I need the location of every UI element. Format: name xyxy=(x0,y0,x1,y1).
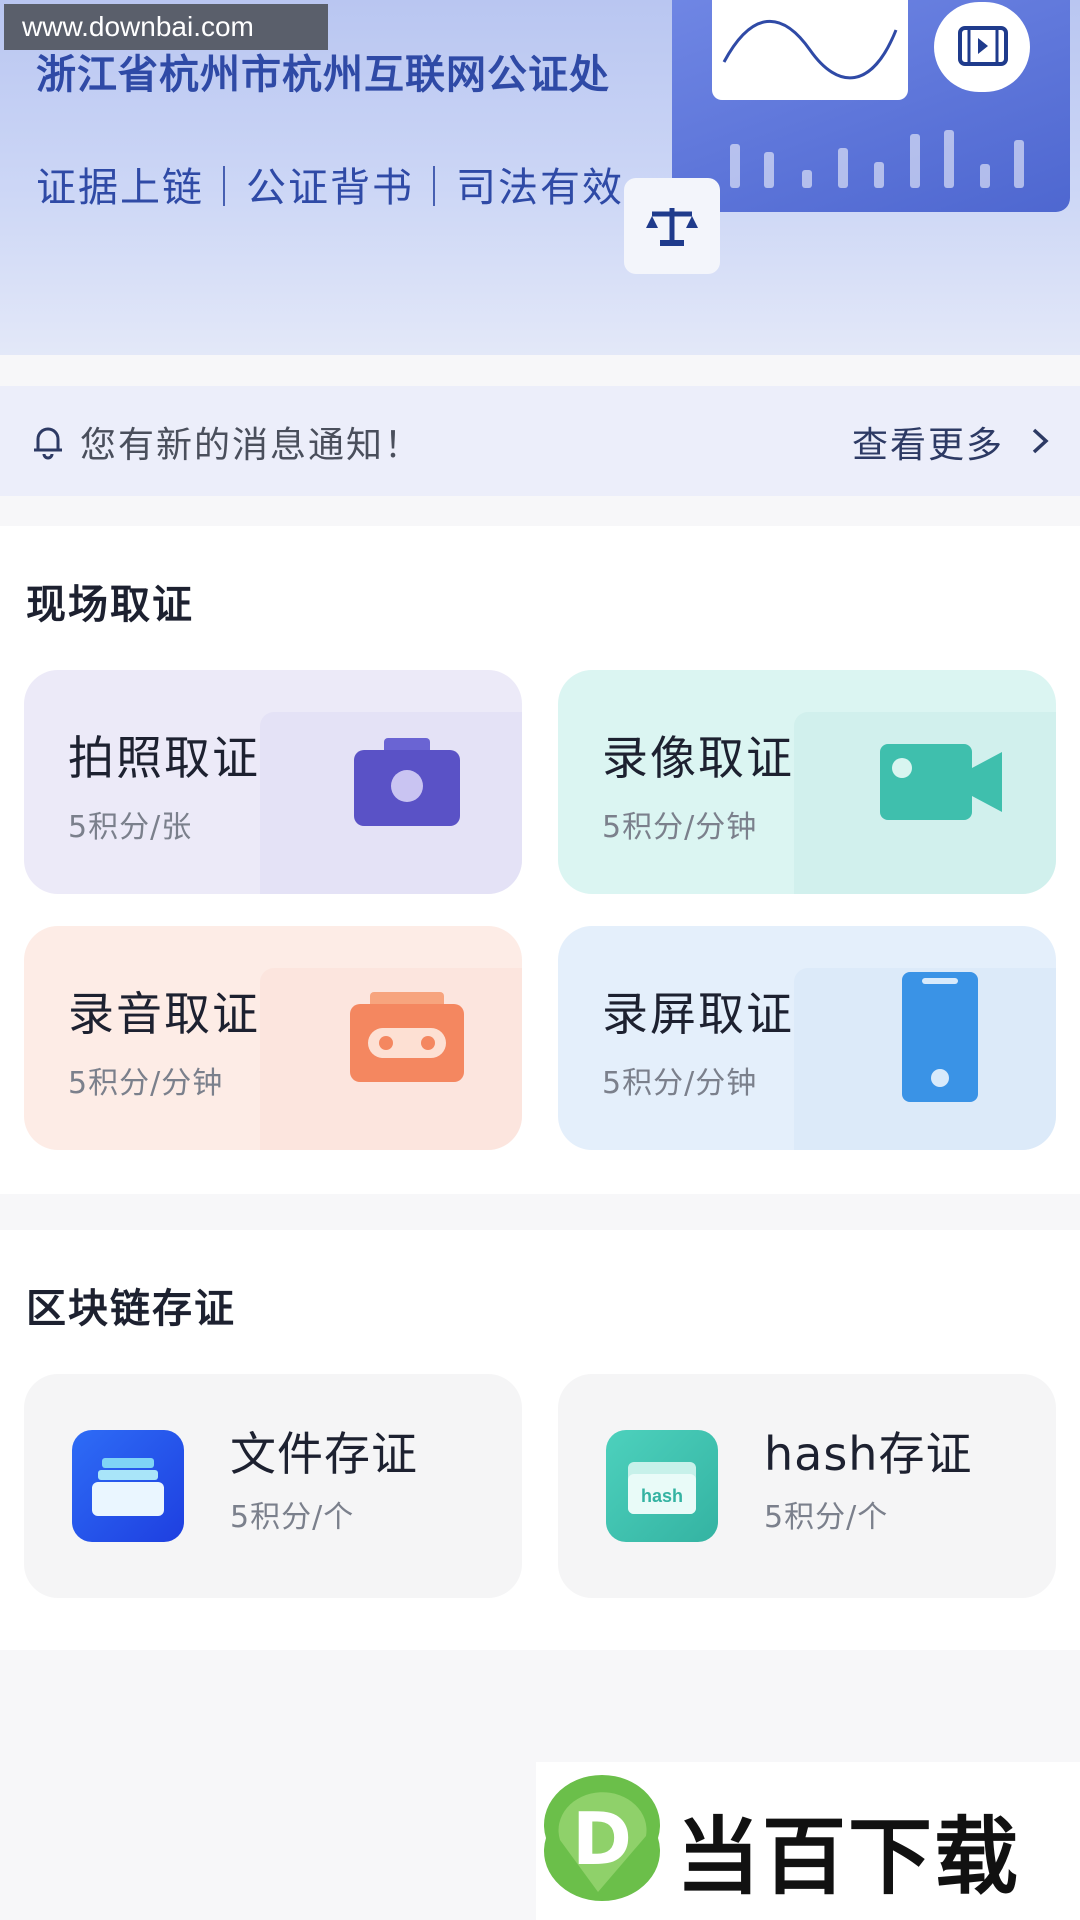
bell-icon xyxy=(34,427,62,460)
file-storage-card[interactable]: 文件存证 5积分/个 xyxy=(24,1374,522,1598)
file-box-icon xyxy=(72,1430,184,1542)
brand-d-icon: D xyxy=(544,1774,660,1902)
camera-icon xyxy=(354,738,460,826)
bar-decoration xyxy=(730,118,1030,188)
section-title: 区块链存证 xyxy=(26,1286,236,1332)
hash-folder-icon: hash xyxy=(606,1430,718,1542)
hash-label: hash xyxy=(641,1486,683,1506)
brand-letter: D xyxy=(572,1797,632,1881)
audio-evidence-card[interactable]: 录音取证 5积分/分钟 xyxy=(24,926,522,1150)
card-title: 录像取证 xyxy=(602,731,794,785)
view-more-link[interactable]: 查看更多 xyxy=(852,416,1004,468)
notary-office-title: 浙江省杭州市杭州互联网公证处 xyxy=(36,52,610,98)
wave-icon xyxy=(722,20,898,80)
cassette-icon xyxy=(350,992,464,1082)
blockchain-storage-section: 区块链存证 文件存证 5积分/个 hash hash存证 5积分/个 xyxy=(0,1230,1080,1650)
video-play-button[interactable] xyxy=(934,2,1030,92)
card-price: 5积分/分钟 xyxy=(602,810,758,845)
section-title: 现场取证 xyxy=(26,582,194,628)
film-play-icon xyxy=(958,26,1008,66)
notification-text: 您有新的消息通知！ xyxy=(80,425,423,466)
notification-bar[interactable]: 您有新的消息通知！ 查看更多 xyxy=(0,386,1080,496)
photo-evidence-card[interactable]: 拍照取证 5积分/张 xyxy=(24,670,522,894)
video-evidence-card[interactable]: 录像取证 5积分/分钟 xyxy=(558,670,1056,894)
card-price: 5积分/分钟 xyxy=(602,1066,758,1101)
card-title: hash存证 xyxy=(764,1427,973,1481)
hash-storage-card[interactable]: hash hash存证 5积分/个 xyxy=(558,1374,1056,1598)
video-camera-icon xyxy=(880,744,1002,820)
chevron-right-icon[interactable] xyxy=(1024,424,1056,458)
brand-logo: D 当百下载 xyxy=(536,1762,1080,1920)
brand-name: 当百下载 xyxy=(676,1808,1021,1906)
onsite-evidence-section: 现场取证 拍照取证 5积分/张 录像取证 5积分/分钟 录音取证 5积分/分钟 xyxy=(0,526,1080,1194)
site-watermark: www.downbai.com xyxy=(4,4,328,50)
header-banner: 浙江省杭州市杭州互联网公证处 证据上链｜公证背书｜司法有效 www.downba… xyxy=(0,0,1080,355)
card-title: 文件存证 xyxy=(230,1427,418,1481)
phone-icon xyxy=(902,972,978,1102)
wave-chart-card xyxy=(712,0,908,100)
card-price: 5积分/个 xyxy=(230,1500,355,1535)
card-title: 拍照取证 xyxy=(68,731,260,785)
banner-slogan: 证据上链｜公证背书｜司法有效 xyxy=(36,165,624,211)
card-title: 录屏取证 xyxy=(602,987,794,1041)
card-price: 5积分/分钟 xyxy=(68,1066,224,1101)
card-title: 录音取证 xyxy=(68,987,260,1041)
justice-scale-icon xyxy=(646,208,698,246)
screen-record-evidence-card[interactable]: 录屏取证 5积分/分钟 xyxy=(558,926,1056,1150)
card-price: 5积分/个 xyxy=(764,1500,889,1535)
justice-scale-badge xyxy=(624,178,720,274)
card-price: 5积分/张 xyxy=(68,810,193,845)
